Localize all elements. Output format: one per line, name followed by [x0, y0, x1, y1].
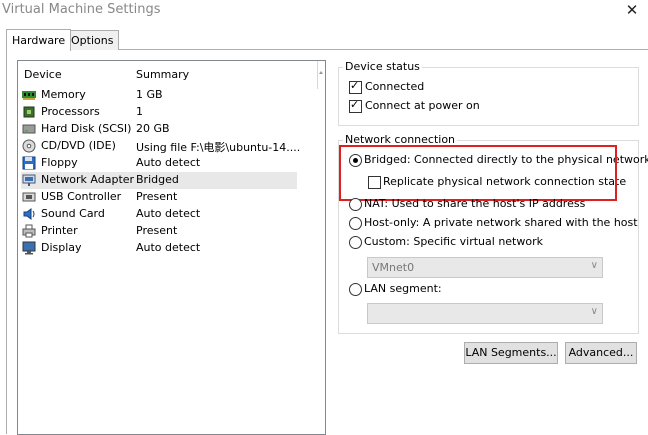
device-summary: Auto detect [136, 156, 201, 169]
device-name: Sound Card [41, 207, 105, 220]
printer-icon [22, 224, 36, 238]
device-row-hard-disk[interactable]: Hard Disk (SCSI) 20 GB [21, 121, 297, 138]
check-icon: ✓ [350, 98, 360, 111]
close-icon[interactable]: ✕ [622, 1, 642, 19]
connect-at-power-on-checkbox[interactable]: ✓ Connect at power on [349, 98, 489, 113]
lan-segment-select[interactable]: ∨ [367, 303, 603, 324]
lan-segments-button[interactable]: LAN Segments... [464, 342, 558, 364]
device-row-network-adapter[interactable]: Network Adapter Bridged [21, 172, 297, 189]
device-name: Hard Disk (SCSI) [41, 122, 132, 135]
device-name: Network Adapter [41, 173, 135, 186]
device-name: Display [41, 241, 82, 254]
nat-label: NAT: Used to share the host's IP address [364, 197, 586, 210]
network-adapter-icon [22, 174, 36, 186]
device-status-label: Device status [343, 60, 422, 73]
device-row-sound-card[interactable]: Sound Card Auto detect [21, 206, 297, 223]
device-summary: 1 GB [136, 88, 163, 101]
tab-hardware[interactable]: Hardware [6, 29, 72, 51]
host-only-radio[interactable]: Host-only: A private network shared with… [349, 216, 638, 230]
custom-network-value: VMnet0 [372, 261, 415, 274]
device-summary: 1 [136, 105, 143, 118]
device-name: Floppy [41, 156, 78, 169]
title-bar: Virtual Machine Settings ✕ [0, 0, 648, 26]
hard-disk-icon [22, 124, 36, 134]
sound-card-icon [23, 208, 35, 220]
custom-label: Custom: Specific virtual network [364, 235, 543, 248]
scroll-up-icon[interactable] [317, 61, 325, 89]
device-row-floppy[interactable]: Floppy Auto detect [21, 155, 297, 172]
radio-button[interactable] [349, 198, 362, 211]
device-name: USB Controller [41, 190, 122, 203]
column-header-summary[interactable]: Summary [136, 68, 189, 81]
nat-radio[interactable]: NAT: Used to share the host's IP address [349, 197, 599, 211]
device-summary: Present [136, 224, 178, 237]
custom-radio[interactable]: Custom: Specific virtual network [349, 235, 549, 249]
device-row-display[interactable]: Display Auto detect [21, 240, 297, 257]
device-name: Memory [41, 88, 86, 101]
lan-segment-label: LAN segment: [364, 282, 442, 295]
highlight-annotation [339, 145, 617, 201]
lan-segment-radio[interactable]: LAN segment: [349, 282, 469, 296]
chevron-down-icon: ∨ [590, 306, 598, 317]
device-row-printer[interactable]: Printer Present [21, 223, 297, 240]
device-summary: 20 GB [136, 122, 170, 135]
radio-button[interactable] [349, 217, 362, 230]
check-icon: ✓ [350, 79, 360, 92]
display-icon [22, 241, 36, 255]
device-summary: Auto detect [136, 207, 201, 220]
radio-button[interactable] [349, 236, 362, 249]
processor-icon [23, 106, 35, 118]
checkbox-box[interactable]: ✓ [349, 79, 362, 94]
device-summary: Present [136, 190, 178, 203]
device-list[interactable]: Device Summary Memory 1 GB Processors 1 … [17, 60, 326, 435]
device-row-usb-controller[interactable]: USB Controller Present [21, 189, 297, 206]
device-summary: Auto detect [136, 241, 201, 254]
usb-icon [22, 192, 36, 202]
window-title: Virtual Machine Settings [2, 2, 161, 17]
chevron-down-icon: ∨ [590, 260, 598, 271]
host-only-label: Host-only: A private network shared with… [364, 216, 638, 229]
device-summary: Bridged [136, 173, 179, 186]
device-status-group [338, 67, 639, 126]
custom-network-select[interactable]: VMnet0 ∨ [367, 257, 603, 278]
connected-checkbox[interactable]: ✓ Connected [349, 79, 469, 94]
checkbox-box[interactable]: ✓ [349, 98, 362, 113]
device-name: CD/DVD (IDE) [41, 139, 116, 152]
device-name: Processors [41, 105, 100, 118]
device-name: Printer [41, 224, 78, 237]
device-row-cd-dvd[interactable]: CD/DVD (IDE) Using file F:\电影\ubuntu-14.… [21, 138, 301, 155]
radio-button[interactable] [349, 283, 362, 296]
connect-at-power-on-label: Connect at power on [365, 99, 480, 112]
connected-label: Connected [365, 80, 425, 93]
advanced-button[interactable]: Advanced... [565, 342, 637, 364]
floppy-icon [22, 156, 36, 170]
tab-options[interactable]: Options [65, 30, 120, 50]
memory-icon [22, 91, 36, 100]
device-summary: Using file F:\电影\ubuntu-14.... [136, 141, 301, 154]
device-row-memory[interactable]: Memory 1 GB [21, 87, 297, 104]
device-row-processors[interactable]: Processors 1 [21, 104, 297, 121]
cd-dvd-icon [22, 139, 36, 153]
column-header-device[interactable]: Device [24, 68, 62, 81]
